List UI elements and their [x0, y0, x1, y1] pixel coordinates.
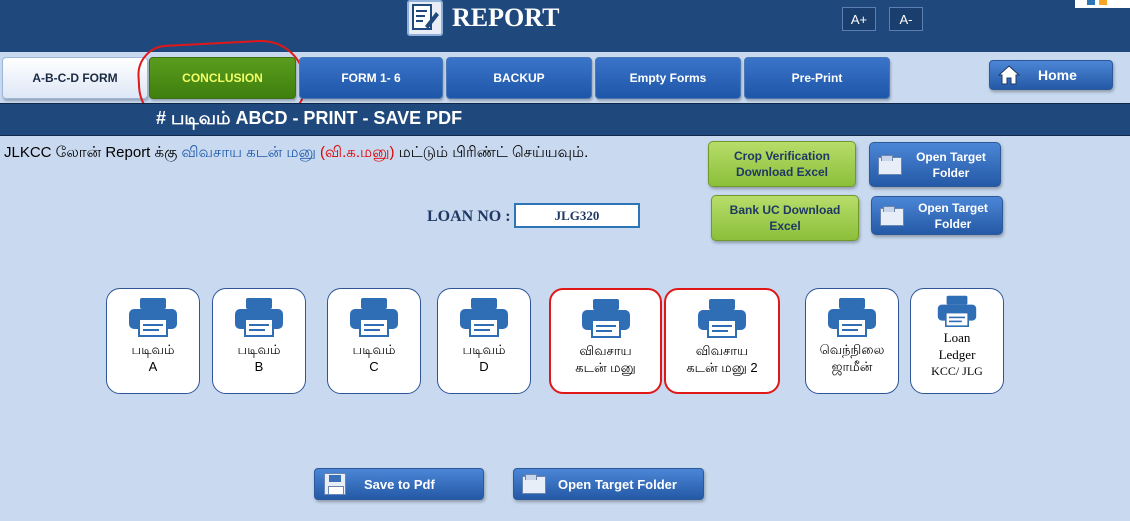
save-to-pdf-button[interactable]: Save to Pdf: [314, 468, 484, 500]
open-target-folder-button-3[interactable]: Open Target Folder: [513, 468, 704, 500]
print-card-line-2: A: [148, 359, 158, 374]
print-card-label: Loan Ledger KCC/ JLG: [931, 329, 983, 380]
save-to-pdf-label: Save to Pdf: [364, 476, 435, 492]
print-form-a-button[interactable]: படிவம் A: [106, 288, 200, 394]
printer-icon: [937, 295, 977, 327]
home-button[interactable]: Home: [989, 60, 1113, 90]
save-icon: [324, 473, 346, 495]
instruction-part-4: மட்டும் பிரிண்ட் செய்யவும்.: [394, 144, 589, 161]
print-card-line-1: படிவம்: [462, 342, 506, 357]
folder-icon: [880, 205, 904, 226]
page-title: REPORT: [452, 3, 560, 32]
print-card-line-1: வெந்நிலை: [819, 342, 885, 357]
instruction-part-1: JLKCC லோன் Report க்கு: [4, 144, 182, 161]
open-target-folder-label-1: Open Target Folder: [916, 149, 986, 180]
print-loan-application-button[interactable]: விவசாய கடன் மனு: [549, 288, 662, 394]
open-target-folder-label-3: Open Target Folder: [558, 476, 677, 492]
font-increase-button[interactable]: A+: [842, 7, 876, 31]
bank-uc-button[interactable]: Bank UC Download Excel: [711, 195, 859, 241]
tab-empty-forms[interactable]: Empty Forms: [595, 57, 741, 99]
tab-abcd-form[interactable]: A-B-C-D FORM: [2, 57, 148, 99]
crop-verification-label: Crop Verification Download Excel: [733, 149, 831, 179]
print-card-line-2: D: [479, 359, 489, 374]
print-form-d-button[interactable]: படிவம் D: [437, 288, 531, 394]
corner-widget: [1075, 0, 1130, 8]
print-card-line-1: படிவம்: [237, 342, 281, 357]
folder-icon: [522, 474, 546, 494]
printer-icon: [350, 298, 398, 337]
section-title-bar: # படிவம் ABCD - PRINT - SAVE PDF: [0, 103, 1130, 136]
printer-icon: [460, 298, 508, 337]
open-target-folder-label-2: Open Target Folder: [918, 200, 988, 231]
printer-icon: [129, 298, 177, 337]
print-card-label: விவசாய கடன் மனு: [575, 342, 635, 376]
printer-icon: [828, 298, 876, 337]
print-card-line-2: B: [254, 359, 264, 374]
print-loan-ledger-button[interactable]: Loan Ledger KCC/ JLG: [910, 288, 1004, 394]
print-card-line-3: KCC/ JLG: [931, 364, 983, 378]
print-card-label: படிவம் C: [353, 341, 396, 375]
printer-icon: [235, 298, 283, 337]
section-title: # படிவம் ABCD - PRINT - SAVE PDF: [156, 108, 463, 128]
loan-number-label: LOAN NO :: [427, 208, 511, 225]
instruction-part-3: (வி.க.மனு): [315, 144, 395, 161]
print-card-label: படிவம் A: [132, 341, 175, 375]
print-form-b-button[interactable]: படிவம் B: [212, 288, 306, 394]
home-icon: [998, 65, 1020, 85]
print-card-label: விவசாய கடன் மனு 2: [686, 342, 757, 376]
tab-pre-print[interactable]: Pre-Print: [744, 57, 890, 99]
print-card-line-1: விவசாய: [695, 343, 749, 358]
printer-icon: [698, 299, 746, 338]
open-target-folder-button-2[interactable]: Open Target Folder: [871, 196, 1003, 235]
font-decrease-button[interactable]: A-: [889, 7, 923, 31]
print-card-line-2: C: [369, 359, 379, 374]
print-card-line-1: விவசாய: [579, 343, 632, 358]
printer-icon: [581, 299, 630, 338]
print-card-line-2: ஜாமீன்: [831, 359, 873, 374]
tab-backup[interactable]: BACKUP: [446, 57, 592, 99]
instruction-text: JLKCC லோன் Report க்கு விவசாய கடன் மனு (…: [4, 144, 588, 163]
print-guarantee-button[interactable]: வெந்நிலை ஜாமீன்: [805, 288, 899, 394]
folder-icon: [878, 154, 902, 175]
print-card-line-2: Ledger: [938, 347, 976, 362]
print-card-label: வெந்நிலை ஜாமீன்: [820, 341, 885, 375]
print-card-line-1: படிவம்: [131, 342, 175, 357]
home-button-label: Home: [1038, 67, 1077, 83]
open-target-folder-button-1[interactable]: Open Target Folder: [869, 142, 1001, 187]
print-card-line-1: படிவம்: [352, 342, 396, 357]
crop-verification-button[interactable]: Crop Verification Download Excel: [708, 141, 856, 187]
print-card-label: படிவம் B: [238, 341, 281, 375]
print-loan-application-2-button[interactable]: விவசாய கடன் மனு 2: [664, 288, 780, 394]
instruction-part-2: விவசாய கடன் மனு: [181, 144, 316, 161]
loan-number-input[interactable]: [514, 203, 640, 228]
print-card-line-2: கடன் மனு: [575, 360, 636, 375]
print-card-line-1: Loan: [943, 330, 971, 345]
print-form-c-button[interactable]: படிவம் C: [327, 288, 421, 394]
report-icon: [407, 0, 443, 36]
tab-form-1-6[interactable]: FORM 1- 6: [299, 57, 443, 99]
print-card-line-2: கடன் மனு 2: [686, 360, 758, 375]
print-card-label: படிவம் D: [463, 341, 506, 375]
bank-uc-label: Bank UC Download Excel: [729, 203, 841, 233]
